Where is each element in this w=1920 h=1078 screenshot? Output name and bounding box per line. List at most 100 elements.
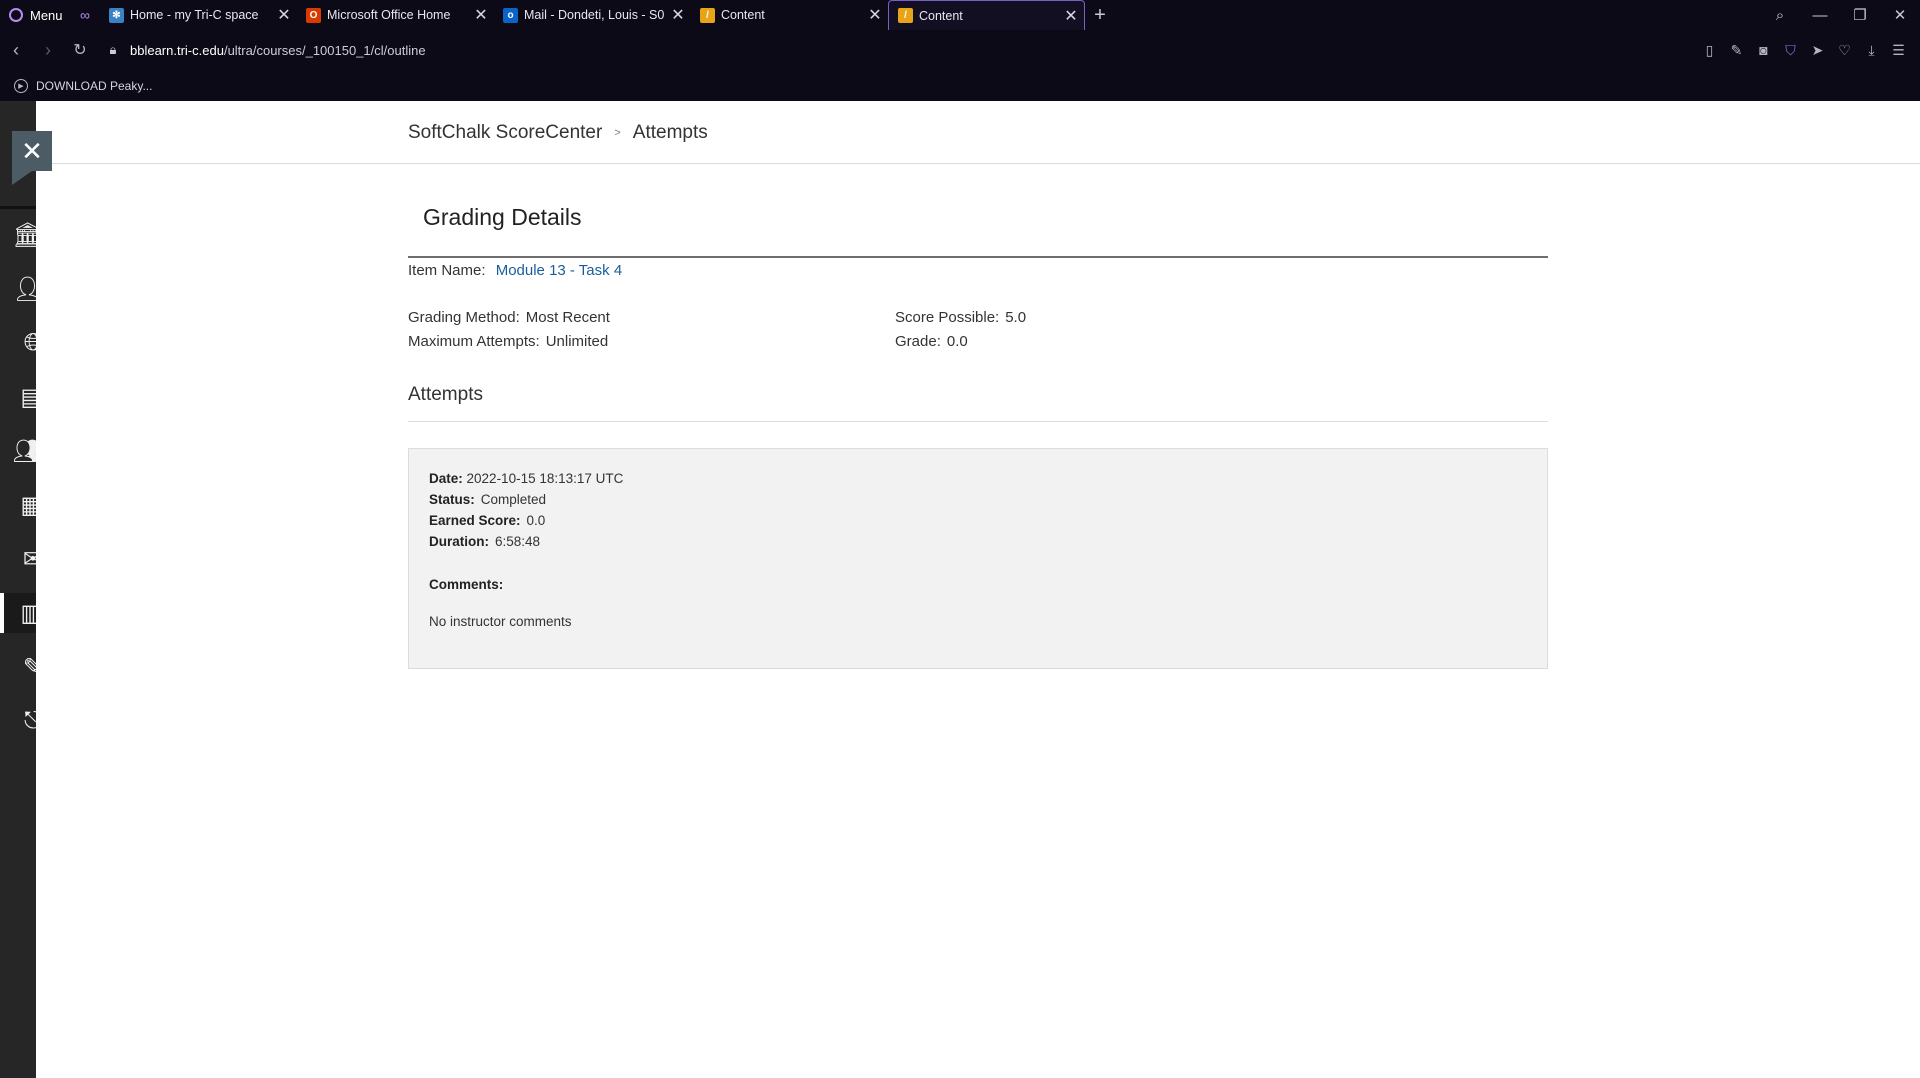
attempt-duration-row: Duration: 6:58:48 bbox=[429, 534, 540, 549]
messages-icon[interactable]: ✉ bbox=[0, 539, 36, 579]
menu-label: Menu bbox=[30, 7, 63, 23]
grades-icon[interactable]: ▥ bbox=[0, 593, 36, 633]
close-window-icon[interactable]: ✕ bbox=[1880, 6, 1920, 24]
attempt-date-label: Date: bbox=[429, 471, 463, 486]
restore-icon[interactable]: ❐ bbox=[1840, 6, 1880, 24]
browser-tab-bar: Menu ∞ ✻ Home - my Tri-C space ✕ O Micro… bbox=[0, 0, 1920, 30]
tab-title: Content bbox=[919, 8, 963, 23]
attempt-earned-value: 0.0 bbox=[526, 513, 546, 528]
attempt-date-value: 2022-10-15 18:13:17 UTC bbox=[466, 471, 624, 486]
send-icon[interactable]: ➤ bbox=[1804, 42, 1831, 59]
back-icon[interactable]: ‹ bbox=[0, 40, 32, 61]
max-attempts-value: Unlimited bbox=[545, 333, 609, 350]
tab-mail[interactable]: o Mail - Dondeti, Louis - S01 ✕ bbox=[494, 0, 691, 30]
close-tab-icon[interactable]: ✕ bbox=[862, 5, 888, 25]
tab-content-active[interactable]: / Content ✕ bbox=[888, 0, 1085, 30]
tab-title: Home - my Tri-C space bbox=[130, 8, 259, 22]
downloads-icon[interactable]: ⤓ bbox=[1858, 42, 1885, 59]
attempt-status-value: Completed bbox=[480, 492, 547, 507]
tab-title: Mail - Dondeti, Louis - S01 bbox=[524, 8, 665, 22]
url-path: /ultra/courses/_100150_1/cl/outline bbox=[223, 42, 426, 58]
tab-home-tri-c[interactable]: ✻ Home - my Tri-C space ✕ bbox=[100, 0, 297, 30]
attempt-card: Date: 2022-10-15 18:13:17 UTC Status: Com… bbox=[408, 448, 1548, 669]
breadcrumb-scorecenter[interactable]: SoftChalk ScoreCenter bbox=[408, 122, 602, 144]
browser-menu-button[interactable]: Menu bbox=[0, 0, 70, 30]
bookmark-favicon-icon: ▶ bbox=[14, 78, 28, 93]
page-header: SoftChalk ScoreCenter > Attempts bbox=[36, 101, 1920, 164]
new-tab-button[interactable]: + bbox=[1085, 0, 1115, 30]
minimize-icon[interactable]: — bbox=[1800, 7, 1840, 24]
tools-icon[interactable]: ✎ bbox=[0, 647, 36, 687]
search-tabs-icon[interactable]: ⌕ bbox=[1760, 7, 1800, 24]
attempt-duration-value: 6:58:48 bbox=[495, 534, 541, 549]
grading-method-label: Grading Method: bbox=[408, 309, 520, 326]
item-name-link[interactable]: Module 13 - Task 4 bbox=[496, 262, 622, 279]
url-host: bblearn.tri-c.edu bbox=[130, 42, 224, 58]
bookmark-download-peaky[interactable]: DOWNLOAD Peaky... bbox=[36, 79, 152, 93]
outlook-favicon-icon: o bbox=[503, 7, 518, 23]
page-title: Grading Details bbox=[423, 204, 582, 230]
opera-logo-icon bbox=[9, 8, 23, 22]
attempt-status-label: Status: bbox=[429, 492, 475, 507]
title-divider bbox=[408, 256, 1548, 258]
attempts-heading: Attempts bbox=[408, 384, 483, 405]
attempt-earned-label: Earned Score: bbox=[429, 513, 521, 528]
vpn-shield-icon[interactable]: ⛉ bbox=[1777, 42, 1804, 59]
office-favicon-icon: O bbox=[306, 7, 321, 23]
tab-content-1[interactable]: / Content ✕ bbox=[691, 0, 888, 30]
attempt-date-row: Date: 2022-10-15 18:13:17 UTC bbox=[429, 471, 623, 486]
close-panel-tail bbox=[12, 171, 32, 185]
breadcrumb-separator-icon: > bbox=[614, 127, 621, 139]
reload-icon[interactable]: ↻ bbox=[64, 40, 96, 60]
grading-method-row: Grading Method: Most Recent bbox=[408, 309, 610, 326]
close-tab-icon[interactable]: ✕ bbox=[468, 5, 494, 25]
calendar-icon[interactable]: ▦ bbox=[0, 485, 36, 525]
activity-globe-icon[interactable]: 🌐︎ bbox=[0, 323, 36, 363]
address-bar: ‹ › ↻ 🔒︎ bblearn.tri-c.edu/ultra/courses… bbox=[0, 30, 1920, 70]
share-icon[interactable]: ✎ bbox=[1723, 42, 1750, 59]
score-possible-label: Score Possible: bbox=[895, 309, 1000, 326]
attempt-duration-label: Duration: bbox=[429, 534, 489, 549]
grade-row: Grade: 0.0 bbox=[895, 333, 968, 350]
close-tab-icon[interactable]: ✕ bbox=[1058, 6, 1084, 26]
organizations-icon[interactable]: 👥︎ bbox=[0, 431, 36, 471]
attempt-comments-value: No instructor comments bbox=[429, 614, 572, 629]
easy-setup-icon[interactable]: ☰ bbox=[1885, 42, 1912, 59]
workspaces-icon[interactable]: ∞ bbox=[70, 0, 100, 30]
score-possible-row: Score Possible: 5.0 bbox=[895, 309, 1026, 326]
url-field[interactable]: bblearn.tri-c.edu/ultra/courses/_100150_… bbox=[130, 43, 426, 58]
close-tab-icon[interactable]: ✕ bbox=[665, 5, 691, 25]
courses-icon[interactable]: ▤ bbox=[0, 377, 36, 417]
score-possible-value: 5.0 bbox=[1005, 309, 1027, 326]
max-attempts-label: Maximum Attempts: bbox=[408, 333, 540, 350]
attempt-earned-row: Earned Score: 0.0 bbox=[429, 513, 545, 528]
reader-mode-icon[interactable]: ▯ bbox=[1696, 42, 1723, 59]
breadcrumb: SoftChalk ScoreCenter > Attempts bbox=[408, 122, 708, 144]
attempts-divider bbox=[408, 421, 1548, 422]
heart-icon[interactable]: ♡ bbox=[1831, 42, 1858, 59]
sign-out-icon[interactable]: ⎋ bbox=[0, 701, 36, 741]
blackboard-favicon-icon: / bbox=[898, 8, 913, 23]
max-attempts-row: Maximum Attempts: Unlimited bbox=[408, 333, 608, 350]
attempt-comments-label: Comments: bbox=[429, 577, 504, 592]
sidebar-divider bbox=[0, 206, 36, 209]
profile-icon[interactable]: 👤︎ bbox=[0, 269, 36, 309]
close-tab-icon[interactable]: ✕ bbox=[271, 5, 297, 25]
grade-label: Grade: bbox=[895, 333, 941, 350]
attempt-status-row: Status: Completed bbox=[429, 492, 546, 507]
tri-c-favicon-icon: ✻ bbox=[109, 7, 124, 23]
forward-icon[interactable]: › bbox=[32, 40, 64, 61]
lock-icon[interactable]: 🔒︎ bbox=[96, 42, 130, 58]
bookmarks-bar: ▶ DOWNLOAD Peaky... bbox=[0, 70, 1920, 101]
blackboard-favicon-icon: / bbox=[700, 7, 715, 23]
course-sidebar: 🏛︎ 👤︎ 🌐︎ ▤ 👥︎ ▦ ✉ ▥ ✎ ⎋ bbox=[0, 101, 36, 1078]
tab-office-home[interactable]: O Microsoft Office Home ✕ bbox=[297, 0, 494, 30]
grading-method-value: Most Recent bbox=[525, 309, 610, 326]
window-controls: ⌕ — ❐ ✕ bbox=[1760, 0, 1920, 30]
close-panel-button[interactable]: ✕ bbox=[12, 131, 52, 171]
grade-value: 0.0 bbox=[946, 333, 968, 350]
tab-title: Microsoft Office Home bbox=[327, 8, 451, 22]
institution-icon[interactable]: 🏛︎ bbox=[0, 215, 36, 255]
snapshot-icon[interactable]: ◙ bbox=[1750, 42, 1777, 58]
item-name-label: Item Name: bbox=[408, 262, 486, 279]
